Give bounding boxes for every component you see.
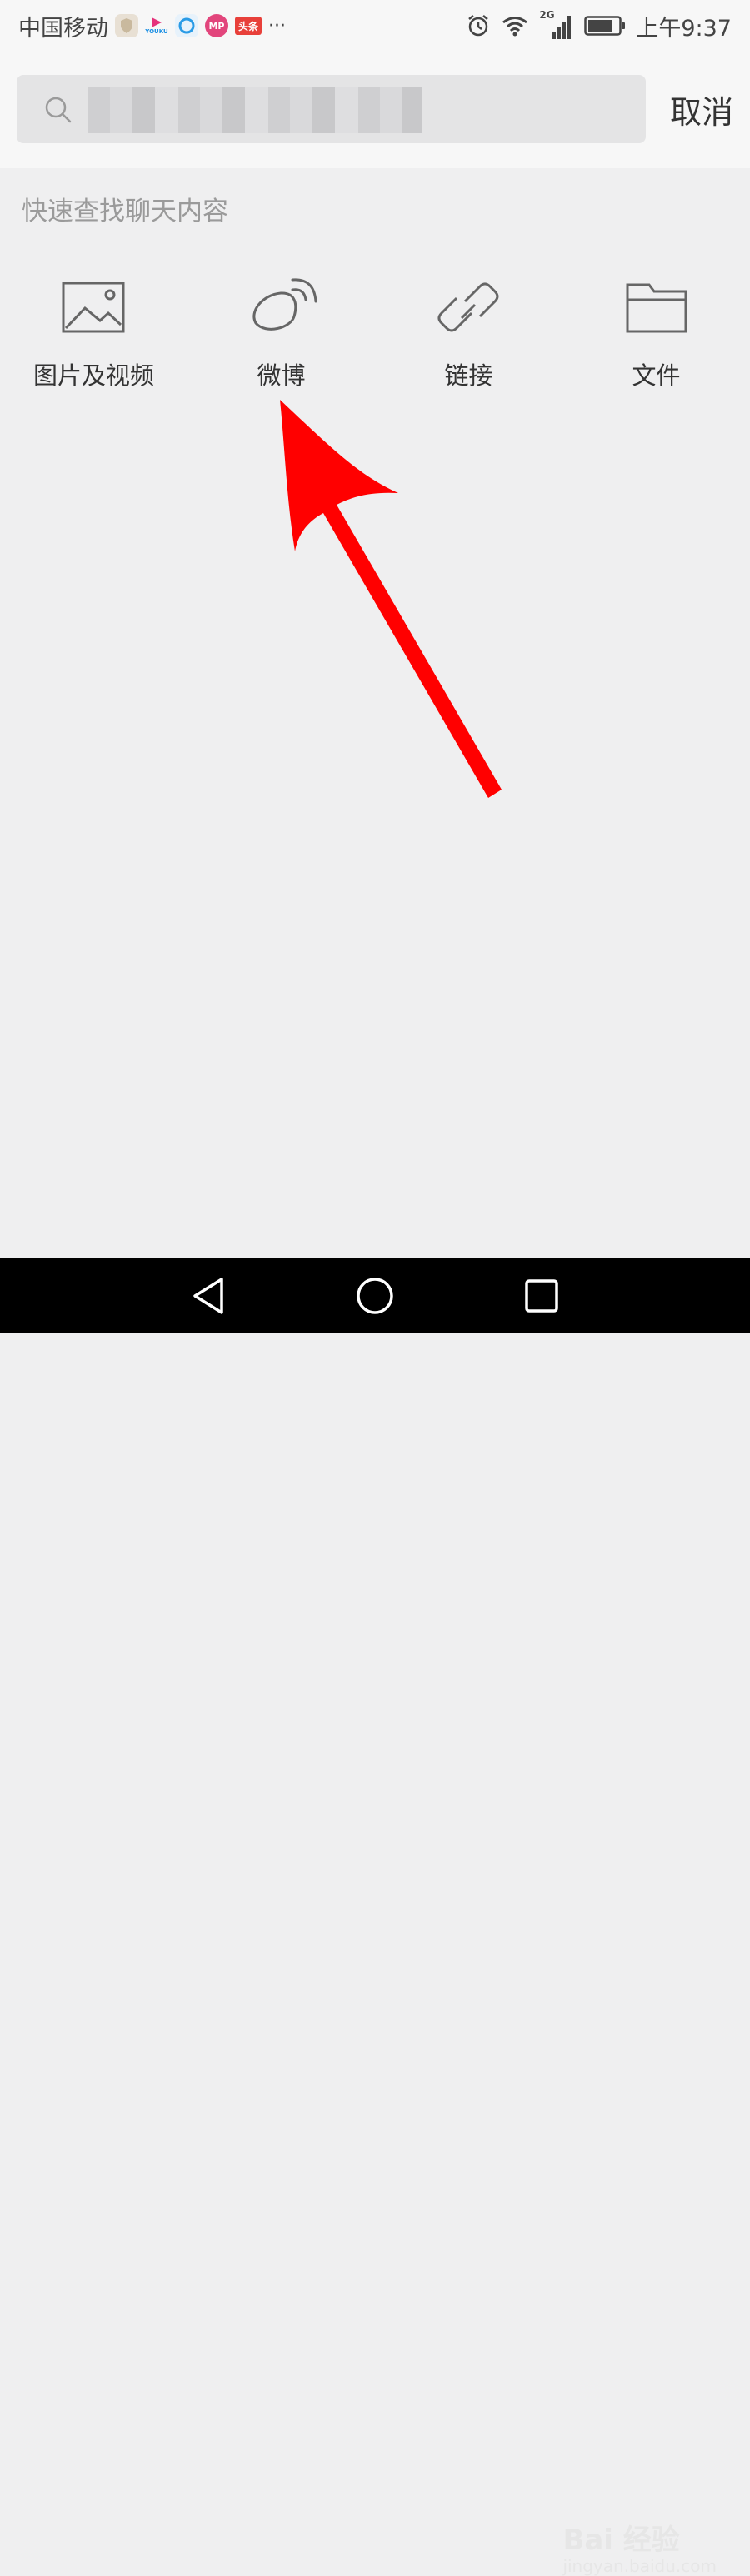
home-button[interactable] (352, 1273, 398, 1319)
youku-app-label: YOUKU (145, 28, 168, 35)
search-header: 取消 (0, 52, 750, 168)
status-left: 中国移动 YOUKU MP 头条 ··· (18, 10, 286, 42)
carrier-name: 中国移动 (18, 15, 108, 42)
mp-app-icon: MP (205, 14, 228, 37)
cancel-button[interactable]: 取消 (670, 87, 733, 132)
recents-button[interactable] (518, 1273, 565, 1319)
watermark-brand: Bai 经验 (562, 2524, 680, 2557)
shield-app-icon (115, 14, 138, 37)
recents-square-icon (525, 1279, 558, 1313)
category-label: 微博 (257, 361, 306, 390)
image-icon (62, 282, 124, 333)
mp-app-label: MP (208, 20, 225, 32)
link-icon (438, 282, 498, 332)
signal-icon (552, 16, 572, 39)
back-triangle-icon (193, 1278, 223, 1314)
status-bar: 中国移动 YOUKU MP 头条 ··· 2G 上午9:37 (0, 0, 750, 52)
toutiao-app-icon: 头条 (235, 17, 262, 35)
search-hint: 快速查找聊天内容 (22, 197, 228, 227)
weibo-icon (252, 278, 317, 331)
clock-time: 上午9:37 (636, 15, 732, 42)
category-images-videos[interactable]: 图片及视频 (0, 275, 188, 391)
battery-icon (584, 16, 626, 36)
folder-icon (626, 283, 687, 333)
search-icon (45, 97, 72, 123)
browser-app-icon (175, 14, 198, 37)
status-right: 2G 上午9:37 (466, 9, 732, 42)
category-label: 图片及视频 (32, 361, 154, 390)
category-label: 链接 (444, 361, 493, 390)
search-box[interactable] (17, 75, 646, 143)
back-button[interactable] (185, 1273, 232, 1319)
category-row: 图片及视频 微博 链接 文件 (0, 275, 750, 391)
category-files[interactable]: 文件 (562, 275, 750, 391)
wifi-icon (502, 17, 528, 37)
watermark-url: jingyan.baidu.com (562, 2556, 717, 2576)
category-weibo[interactable]: 微博 (188, 275, 375, 391)
signal-indicator: 2G (539, 9, 574, 41)
youku-app-icon: YOUKU (145, 14, 168, 37)
search-input[interactable] (88, 87, 422, 133)
more-notifications-icon: ··· (268, 15, 286, 37)
navigation-bar: Bai 经验 jingyan.baidu.com (0, 1258, 750, 2576)
category-label: 文件 (632, 361, 681, 390)
baidu-jingyan-watermark: Bai 经验 jingyan.baidu.com (562, 2517, 717, 2576)
alarm-icon (468, 15, 489, 37)
category-links[interactable]: 链接 (375, 275, 562, 391)
home-circle-icon (357, 1278, 393, 1314)
toutiao-app-label: 头条 (238, 20, 258, 32)
